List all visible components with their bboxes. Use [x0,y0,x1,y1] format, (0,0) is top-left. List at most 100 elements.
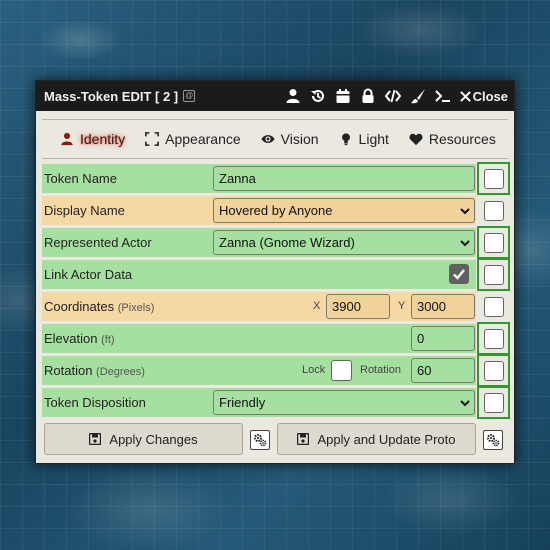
lightbulb-icon [341,133,350,146]
close-label: Close [472,88,508,104]
rotation-lock-checkbox[interactable] [331,360,352,381]
expand-icon [145,132,160,146]
coord-y-label: Y [398,300,406,312]
history-icon[interactable] [310,88,326,104]
display-name-label: Display Name [44,203,125,218]
row-display-name: Display Name Hovered by Anyone [42,196,510,225]
tab-light[interactable]: Light [329,120,399,158]
coordinates-label: Coordinates (Pixels) [42,299,212,314]
row-elevation: Elevation (ft) 0 [42,322,510,355]
gears-icon [487,434,500,447]
represented-actor-toggle-frame [477,226,510,259]
coord-y-input[interactable]: 3000 [411,294,475,319]
display-name-value: Hovered by Anyone [219,203,333,218]
elevation-toggle-frame [477,322,510,355]
chevron-down-icon [460,400,470,407]
tab-vision-label: Vision [280,131,319,147]
eye-icon [261,135,275,143]
apply-changes-options-button[interactable] [250,430,270,450]
coord-x-label: X [313,300,321,312]
token-disposition-value: Friendly [219,395,266,410]
coordinates-label-text: Coordinates [44,299,115,314]
rotation-value-label: Rotation [360,364,401,376]
display-name-select[interactable]: Hovered by Anyone [213,198,475,223]
tab-resources-label: Resources [428,131,496,147]
elevation-input[interactable]: 0 [411,326,475,351]
token-name-label: Token Name [44,171,117,186]
token-disposition-select[interactable]: Friendly [213,390,475,415]
link-actor-data-checkbox[interactable] [449,264,469,284]
tab-identity-label: Identity [80,131,126,147]
row-rotation: Rotation (Degrees) Lock Rotation 60 [42,354,510,387]
tab-appearance-label: Appearance [165,131,241,147]
display-name-toggle-frame [477,194,510,227]
user-icon [61,132,73,146]
window-title: Mass-Token EDIT [ 2 ] [44,88,179,104]
brush-icon[interactable] [410,88,426,104]
identity-form: Token Name Zanna Display Name Hovered by… [42,162,510,420]
apply-and-update-proto-button[interactable]: Apply and Update Proto [277,423,476,455]
row-token-name: Token Name Zanna [42,162,510,195]
token-disposition-checkbox[interactable] [483,392,504,413]
elevation-label: Elevation (ft) [42,331,212,346]
tab-resources[interactable]: Resources [399,120,506,158]
row-coordinates: Coordinates (Pixels) X 3900 Y 3000 [42,292,510,321]
rotation-lock-label: Lock [302,364,326,376]
display-name-checkbox[interactable] [483,200,504,221]
apply-changes-button[interactable]: Apply Changes [44,423,243,455]
token-name-input[interactable]: Zanna [213,166,475,191]
token-name-checkbox[interactable] [483,168,504,189]
user-icon[interactable] [285,88,301,104]
apply-proto-options-button[interactable] [483,430,503,450]
token-disposition-toggle-frame [477,386,510,419]
tab-vision[interactable]: Vision [251,120,329,158]
rotation-checkbox[interactable] [483,360,504,381]
footer-actions: Apply Changes Apply and Update Proto [44,423,508,455]
link-actor-data-label: Link Actor Data [44,267,133,282]
row-represented-actor: Represented Actor Zanna (Gnome Wizard) [42,226,510,259]
chevron-down-icon [460,240,470,247]
represented-actor-value: Zanna (Gnome Wizard) [219,235,355,250]
coord-x-input[interactable]: 3900 [326,294,390,319]
terminal-icon[interactable] [434,88,451,104]
represented-actor-checkbox[interactable] [483,232,504,253]
heart-icon [409,133,423,146]
checkmark-icon [453,269,465,280]
close-icon [459,90,471,102]
mass-token-edit-window: Mass-Token EDIT [ 2 ] @ Close Identity A… [35,80,515,464]
rotation-label: Rotation (Degrees) [42,363,212,378]
save-icon [297,433,310,445]
close-button[interactable]: Close [459,88,508,104]
apply-and-update-proto-label: Apply and Update Proto [317,431,456,447]
coordinates-toggle-frame [477,290,510,323]
apply-changes-label: Apply Changes [109,431,198,447]
tab-bar: Identity Appearance Vision Light Resourc… [42,119,508,159]
tab-identity[interactable]: Identity [50,120,135,158]
lock-icon[interactable] [360,88,376,104]
rotation-label-text: Rotation [44,363,93,378]
elevation-unit: (ft) [101,334,115,346]
token-name-toggle-frame [477,162,510,195]
code-icon[interactable] [384,88,401,104]
elevation-checkbox[interactable] [483,328,504,349]
gears-icon [254,434,267,447]
window-titlebar[interactable]: Mass-Token EDIT [ 2 ] @ Close [36,81,514,111]
row-link-actor-data: Link Actor Data [42,258,510,291]
coordinates-unit: (Pixels) [117,302,155,314]
calendar-icon[interactable] [335,88,351,104]
link-actor-data-toggle-frame [477,258,510,291]
tab-appearance[interactable]: Appearance [135,120,251,158]
tab-light-label: Light [358,131,389,147]
chevron-down-icon [460,208,470,215]
rotation-unit: (Degrees) [96,366,145,378]
row-token-disposition: Token Disposition Friendly [42,386,510,419]
represented-actor-select[interactable]: Zanna (Gnome Wizard) [213,230,475,255]
doc-badge-icon: @ [183,90,196,102]
save-icon [89,433,102,445]
represented-actor-label: Represented Actor [44,235,152,250]
elevation-label-text: Elevation [44,331,98,346]
coordinates-checkbox[interactable] [483,296,504,317]
link-actor-data-apply-checkbox[interactable] [483,264,504,285]
token-disposition-label: Token Disposition [44,395,146,410]
rotation-input[interactable]: 60 [411,358,475,383]
